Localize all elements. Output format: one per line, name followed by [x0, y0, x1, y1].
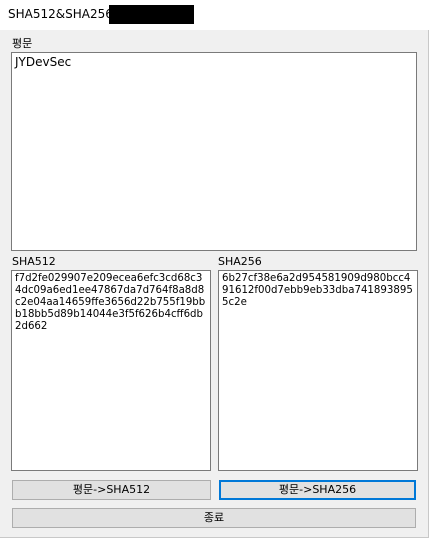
exit-button[interactable]: 종료 — [12, 508, 416, 528]
sha512-label: SHA512 — [12, 255, 56, 268]
sha512-output[interactable]: f7d2fe029907e209ecea6efc3cd68c34dc09a6ed… — [11, 270, 211, 471]
plaintext-input[interactable]: JYDevSec — [11, 52, 417, 251]
to-sha512-button[interactable]: 평문->SHA512 — [12, 480, 211, 500]
window-title: SHA512&SHA256 — [8, 7, 113, 21]
to-sha256-button[interactable]: 평문->SHA256 — [219, 480, 416, 500]
sha256-output[interactable]: 6b27cf38e6a2d954581909d980bcc491612f00d7… — [218, 270, 418, 471]
redacted-title-block — [109, 5, 194, 24]
sha256-label: SHA256 — [218, 255, 262, 268]
title-bar[interactable]: SHA512&SHA256 — [0, 0, 429, 30]
main-window: SHA512&SHA256 평문 JYDevSec SHA512 SHA256 … — [0, 0, 429, 538]
plaintext-label: 평문 — [12, 37, 33, 50]
